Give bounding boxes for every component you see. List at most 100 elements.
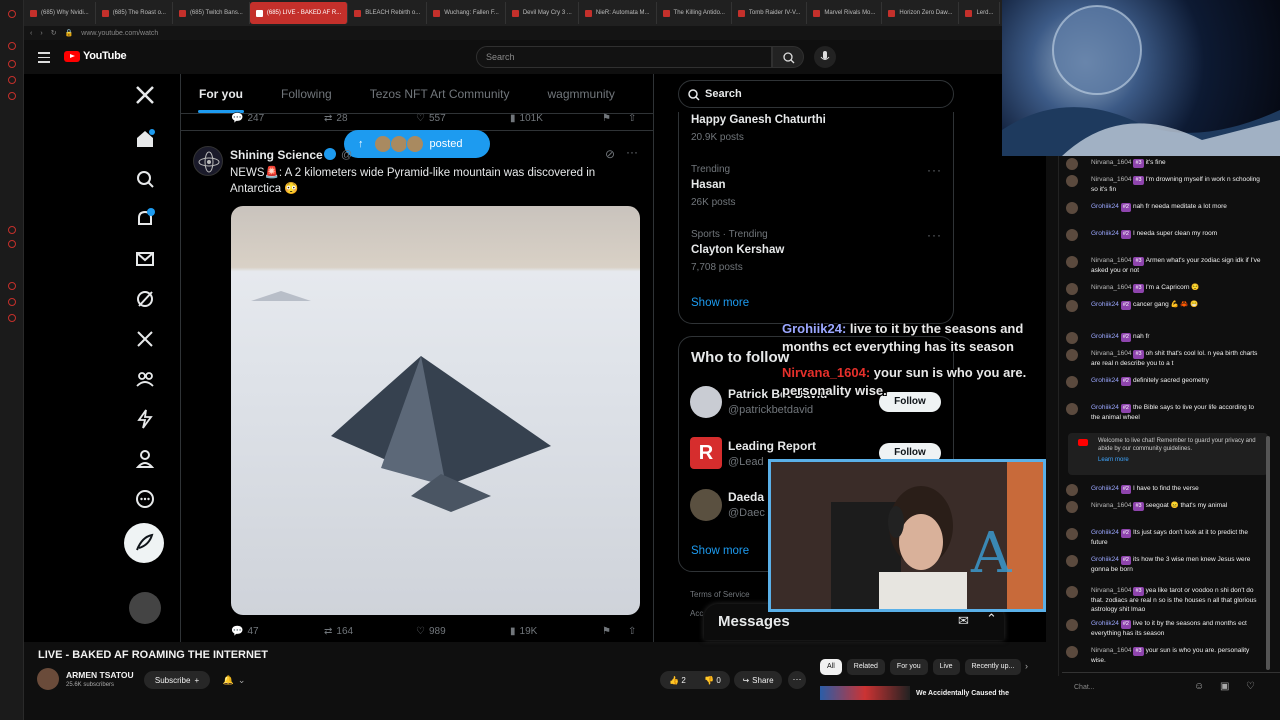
grok-icon[interactable] [134, 288, 156, 310]
channel-avatar[interactable] [37, 668, 59, 690]
avatar[interactable] [1066, 300, 1078, 312]
x-search-input[interactable]: Search [678, 80, 954, 108]
tab-following[interactable]: Following [262, 87, 351, 101]
browser-logo-icon[interactable] [8, 10, 16, 18]
youtube-logo[interactable]: YouTube [64, 50, 127, 62]
share-icon[interactable]: ⇧ [628, 113, 636, 124]
heart-reaction-icon[interactable]: ♡ [1246, 681, 1255, 692]
like-count[interactable]: ♡ 989 [416, 626, 446, 637]
share-button[interactable]: ↪ Share [734, 671, 782, 689]
chat-author[interactable]: Grohiik24 [1091, 556, 1119, 563]
show-more-trends-link[interactable]: Show more [691, 297, 749, 309]
browser-tab[interactable]: The Killing Antido... [657, 2, 732, 24]
chat-author[interactable]: Nirvana_1604 [1091, 350, 1131, 357]
messages-icon[interactable] [134, 248, 156, 270]
browser-tab[interactable]: Marvel Rivals Mo... [807, 2, 883, 24]
reply-count[interactable]: 💬 47 [231, 626, 259, 637]
account-avatar[interactable] [129, 592, 161, 624]
hamburger-menu-icon[interactable] [38, 52, 50, 66]
sidebar-app-icon[interactable] [8, 226, 16, 234]
chip-related[interactable]: Related [846, 659, 885, 675]
trend-more-icon[interactable]: ··· [927, 163, 942, 177]
learn-more-link[interactable]: Learn more [1098, 456, 1262, 464]
tweet-author-name[interactable]: Shining Science [230, 148, 323, 162]
avatar[interactable] [1066, 158, 1078, 170]
tab-wagmmunity[interactable]: wagmmunity [529, 87, 634, 101]
avatar[interactable] [1066, 501, 1078, 513]
more-options-icon[interactable]: ··· [626, 145, 638, 159]
avatar[interactable] [1066, 403, 1078, 415]
chevron-right-icon[interactable]: › [1025, 661, 1028, 671]
chat-author[interactable]: Grohiik24 [1091, 333, 1119, 340]
chat-author[interactable]: Grohiik24 [1091, 230, 1119, 237]
profile-icon[interactable] [134, 448, 156, 470]
trend-title[interactable]: Happy Ganesh Chaturthi [691, 114, 826, 126]
trend-title[interactable]: Hasan [691, 179, 726, 191]
chat-author[interactable]: Grohiik24 [1091, 620, 1119, 627]
trend-more-icon[interactable]: ··· [927, 228, 942, 242]
avatar[interactable] [1066, 349, 1078, 361]
browser-tab[interactable]: Devil May Cry 3 ... [506, 2, 579, 24]
sidebar-app-icon[interactable] [8, 92, 16, 100]
new-posts-pill[interactable]: ↑ posted [344, 130, 490, 158]
browser-tab[interactable]: Horizon Zero Daw... [882, 2, 960, 24]
browser-tab[interactable]: (685) Why Nvidi... [24, 2, 96, 24]
avatar[interactable] [1066, 586, 1078, 598]
avatar[interactable] [1066, 646, 1078, 658]
home-icon[interactable] [134, 128, 156, 150]
avatar[interactable] [1066, 202, 1078, 214]
tweet-author-handle[interactable]: @ [341, 149, 352, 161]
reload-icon[interactable]: ↻ [51, 29, 57, 37]
chevron-up-icon[interactable]: ⌃ [986, 611, 997, 627]
chip-all[interactable]: All [820, 659, 842, 675]
terms-link[interactable]: Terms of Service [690, 590, 750, 599]
voice-search-button[interactable] [814, 46, 836, 68]
back-icon[interactable]: ‹ [30, 30, 32, 37]
sidebar-app-icon[interactable] [8, 314, 16, 322]
communities-icon[interactable] [134, 368, 156, 390]
sidebar-app-icon[interactable] [8, 42, 16, 50]
url-field[interactable]: www.youtube.com/watch [81, 30, 158, 37]
premium-x-icon[interactable] [134, 328, 156, 350]
chat-author[interactable]: Grohiik24 [1091, 301, 1119, 308]
subscribe-button[interactable]: Subscribe + [144, 671, 210, 689]
verified-orgs-icon[interactable] [134, 408, 156, 430]
like-count[interactable]: ♡ 557 [416, 113, 446, 124]
chat-author[interactable]: Nirvana_1604 [1091, 159, 1131, 166]
chat-author[interactable]: Grohiik24 [1091, 377, 1119, 384]
youtube-search-input[interactable]: Search [476, 46, 772, 68]
compose-post-button[interactable] [124, 523, 164, 563]
avatar[interactable] [1066, 175, 1078, 187]
sidebar-app-icon[interactable] [8, 60, 16, 68]
chip-for-you[interactable]: For you [889, 659, 928, 675]
search-button[interactable] [772, 46, 804, 68]
avatar[interactable] [690, 489, 722, 521]
bookmark-icon[interactable]: ⚑ [602, 113, 611, 124]
avatar[interactable] [1066, 484, 1078, 496]
avatar[interactable] [1066, 229, 1078, 241]
view-count[interactable]: ▮ 101K [510, 113, 543, 124]
avatar[interactable] [1066, 256, 1078, 268]
reply-count[interactable]: 💬 247 [231, 113, 264, 124]
more-actions-button[interactable]: ··· [788, 671, 806, 689]
repost-count[interactable]: ⇄ 28 [324, 113, 348, 124]
avatar[interactable] [1066, 619, 1078, 631]
avatar[interactable] [1066, 376, 1078, 388]
browser-tab[interactable]: Tomb Raider IV-V... [732, 2, 808, 24]
accessibility-link[interactable]: Acc [690, 609, 703, 618]
notifications-icon[interactable] [134, 208, 156, 230]
chat-author[interactable]: Grohiik24 [1091, 203, 1119, 210]
recommended-video[interactable]: We Accidentally Caused the [820, 686, 1040, 700]
tab-tezos-nft[interactable]: Tezos NFT Art Community [351, 87, 529, 101]
repost-count[interactable]: ⇄ 164 [324, 626, 353, 637]
browser-tab[interactable]: (685) Twitch Bans... [173, 2, 250, 24]
browser-tab[interactable]: BLEACH Rebirth o... [348, 2, 428, 24]
grok-explain-icon[interactable]: ⊘ [605, 147, 615, 161]
like-button[interactable]: 👍 2 [669, 676, 686, 685]
avatar[interactable] [1066, 283, 1078, 295]
sidebar-app-icon[interactable] [8, 76, 16, 84]
notification-bell-button[interactable]: 🔔 ⌄ [216, 671, 252, 689]
browser-tab[interactable]: NieR: Automata M... [579, 2, 657, 24]
tweet-image[interactable] [231, 206, 640, 615]
dislike-button[interactable]: 👎 0 [704, 676, 721, 685]
